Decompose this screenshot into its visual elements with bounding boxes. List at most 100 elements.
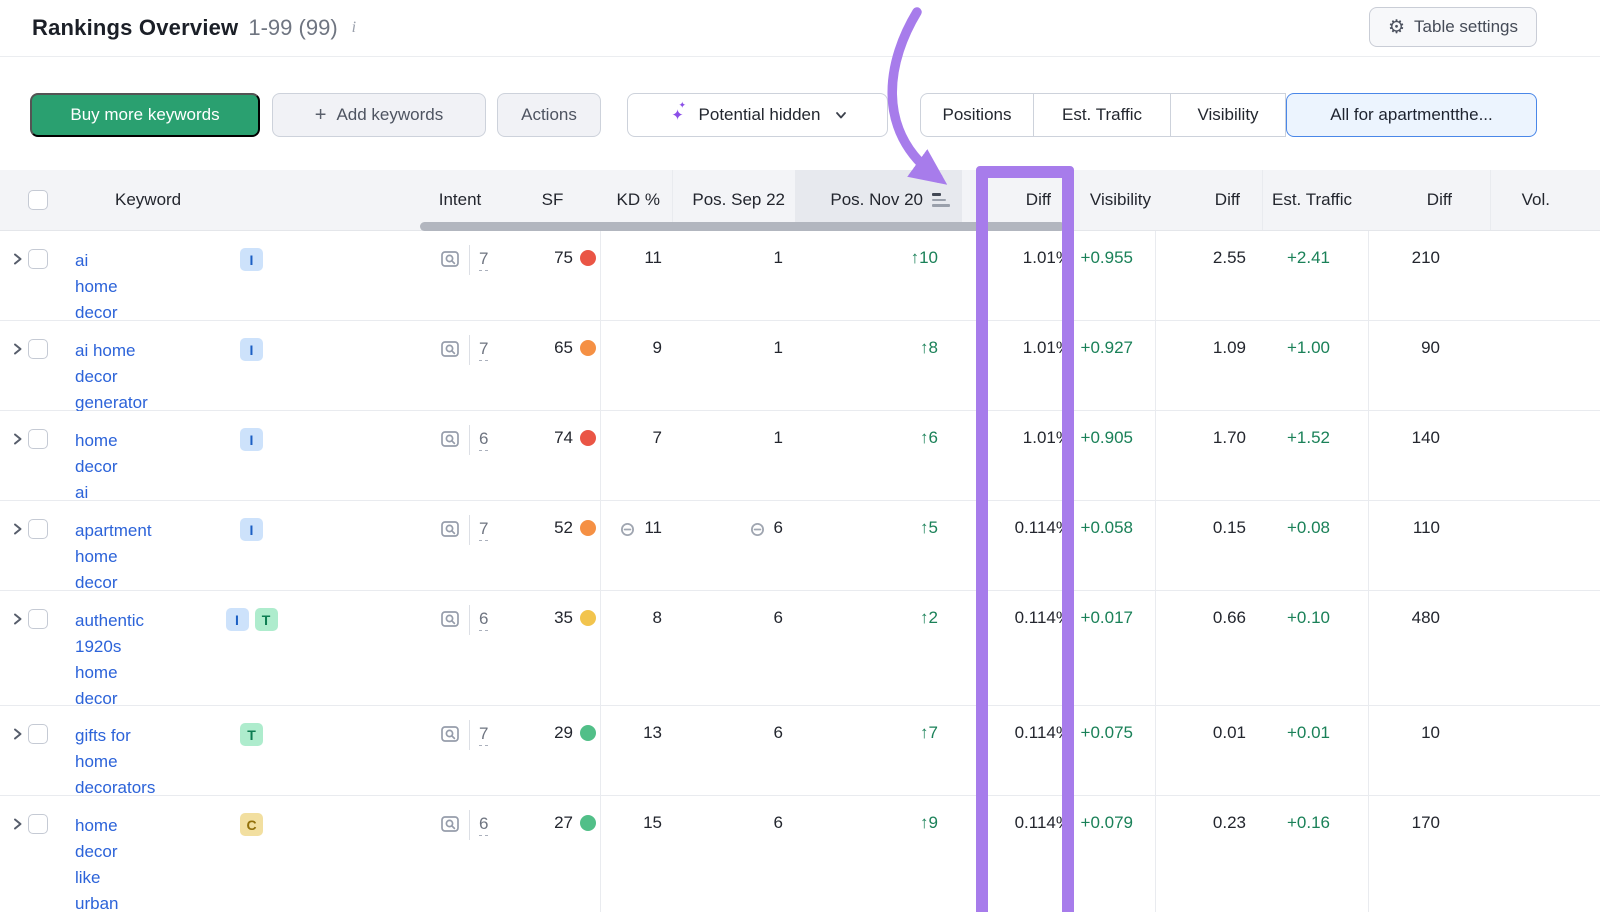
table-settings-button[interactable]: ⚙ Table settings <box>1369 7 1537 47</box>
traffic-diff-value: +0.01 <box>1287 723 1330 743</box>
table-settings-label: Table settings <box>1414 17 1518 37</box>
visibility-value: 1.01% <box>1023 428 1071 448</box>
serp-features-count[interactable]: 7 <box>479 248 488 271</box>
sparkles-icon: ✦✦ <box>668 108 688 123</box>
kd-value: 65 <box>554 338 573 358</box>
column-header-kd[interactable]: KD % <box>600 170 672 230</box>
visibility-diff-value: +0.905 <box>1081 428 1133 448</box>
intent-badge: I <box>240 518 263 541</box>
pos-diff-value: ↑2 <box>920 608 938 628</box>
result-range: 1-99 (99) <box>248 15 337 41</box>
traffic-value: 0.66 <box>1213 608 1246 628</box>
intent-badge: I <box>240 428 263 451</box>
serp-features-icon[interactable] <box>440 724 460 744</box>
column-header-traffic-diff[interactable]: Diff <box>1368 170 1490 230</box>
tab-est-traffic[interactable]: Est. Traffic <box>1034 93 1171 137</box>
column-header-intent[interactable]: Intent <box>415 170 505 230</box>
row-checkbox[interactable] <box>28 814 48 834</box>
page-title: Rankings Overview <box>32 15 238 41</box>
column-header-volume[interactable]: Vol. <box>1490 170 1600 230</box>
serp-features-count[interactable]: 6 <box>479 813 488 836</box>
row-checkbox[interactable] <box>28 724 48 744</box>
serp-features-icon[interactable] <box>440 814 460 834</box>
serp-features-count[interactable]: 6 <box>479 428 488 451</box>
row-checkbox[interactable] <box>28 249 48 269</box>
rankings-overview-page: Rankings Overview 1-99 (99) i ⚙ Table se… <box>0 0 1600 912</box>
serp-features-icon[interactable] <box>440 339 460 359</box>
kd-difficulty-dot <box>580 725 596 741</box>
serp-features-icon[interactable] <box>440 609 460 629</box>
pos-diff-value: ↑7 <box>920 723 938 743</box>
serp-features-count[interactable]: 6 <box>479 608 488 631</box>
tab-all-for-campaign[interactable]: All for apartmentthe... <box>1286 93 1537 137</box>
row-checkbox[interactable] <box>28 429 48 449</box>
divider <box>469 515 470 545</box>
tab-visibility[interactable]: Visibility <box>1171 93 1286 137</box>
traffic-value: 1.09 <box>1213 338 1246 358</box>
pos-prev-value: 11 <box>644 518 662 538</box>
table-row: ai home decor I 7 75 11 1 ↑10 1.01% +0.9… <box>0 231 1600 321</box>
intent-badge: I <box>240 248 263 271</box>
intent-badge: I <box>240 338 263 361</box>
column-header-pos-diff[interactable]: Diff <box>962 170 1075 230</box>
kd-difficulty-dot <box>580 815 596 831</box>
serp-features-count[interactable]: 7 <box>479 338 488 361</box>
add-keywords-button[interactable]: + Add keywords <box>272 93 486 137</box>
visibility-diff-value: +0.079 <box>1081 813 1133 833</box>
table-row: apartment home decor I 7 52 11 6 ↑5 0.11… <box>0 501 1600 591</box>
kd-difficulty-dot <box>580 610 596 626</box>
volume-value: 480 <box>1412 608 1440 628</box>
column-header-vis-diff[interactable]: Diff <box>1155 170 1262 230</box>
intent-badge: C <box>240 813 263 836</box>
volume-value: 210 <box>1412 248 1440 268</box>
column-header-keyword[interactable]: Keyword <box>88 170 415 230</box>
column-header-traffic[interactable]: Est. Traffic <box>1262 170 1368 230</box>
column-header-visibility[interactable]: Visibility <box>1075 170 1155 230</box>
sort-ascending-icon <box>932 193 950 207</box>
page-header: Rankings Overview 1-99 (99) i ⚙ Table se… <box>0 0 1600 57</box>
pos-cur-value: 6 <box>774 723 783 743</box>
visibility-value: 0.114% <box>1015 518 1071 538</box>
divider <box>469 425 470 455</box>
table-row: gifts for home decorators T 7 29 13 6 ↑7… <box>0 706 1600 796</box>
tab-positions[interactable]: Positions <box>920 93 1034 137</box>
volume-value: 140 <box>1412 428 1440 448</box>
pos-cur-value: 6 <box>774 608 783 628</box>
potential-hidden-dropdown[interactable]: ✦✦ Potential hidden <box>627 93 888 137</box>
pos-diff-value: ↑10 <box>911 248 938 268</box>
buy-more-keywords-button[interactable]: Buy more keywords <box>30 93 260 137</box>
column-header-pos-prev[interactable]: Pos. Sep 22 <box>672 170 795 230</box>
pos-cur-value: 1 <box>774 338 783 358</box>
pos-cur-value: 6 <box>774 813 783 833</box>
chevron-down-icon <box>835 109 847 121</box>
serp-features-count[interactable]: 7 <box>479 518 488 541</box>
serp-features-count[interactable]: 7 <box>479 723 488 746</box>
traffic-value: 0.01 <box>1213 723 1246 743</box>
divider <box>469 810 470 840</box>
row-checkbox[interactable] <box>28 339 48 359</box>
row-checkbox[interactable] <box>28 519 48 539</box>
pos-diff-value: ↑9 <box>920 813 938 833</box>
traffic-value: 0.23 <box>1213 813 1246 833</box>
select-all-checkbox[interactable] <box>28 190 48 210</box>
serp-features-icon[interactable] <box>440 249 460 269</box>
column-header-sf[interactable]: SF <box>505 170 600 230</box>
info-icon[interactable]: i <box>352 19 356 37</box>
horizontal-scrollbar-thumb[interactable] <box>420 222 1065 231</box>
gear-icon: ⚙ <box>1388 18 1405 37</box>
actions-button[interactable]: Actions <box>497 93 601 137</box>
kd-difficulty-dot <box>580 340 596 356</box>
pos-cur-value: 1 <box>774 248 783 268</box>
visibility-value: 0.114% <box>1015 608 1071 628</box>
serp-features-icon[interactable] <box>440 519 460 539</box>
traffic-diff-value: +2.41 <box>1287 248 1330 268</box>
divider <box>469 245 470 275</box>
pos-prev-value: 11 <box>644 248 662 268</box>
serp-features-icon[interactable] <box>440 429 460 449</box>
row-checkbox[interactable] <box>28 609 48 629</box>
kd-difficulty-dot <box>580 250 596 266</box>
url-link-icon <box>620 522 637 537</box>
plus-icon: + <box>315 105 327 125</box>
column-header-pos-cur[interactable]: Pos. Nov 20 <box>795 170 962 230</box>
pos-prev-value: 13 <box>643 723 662 743</box>
